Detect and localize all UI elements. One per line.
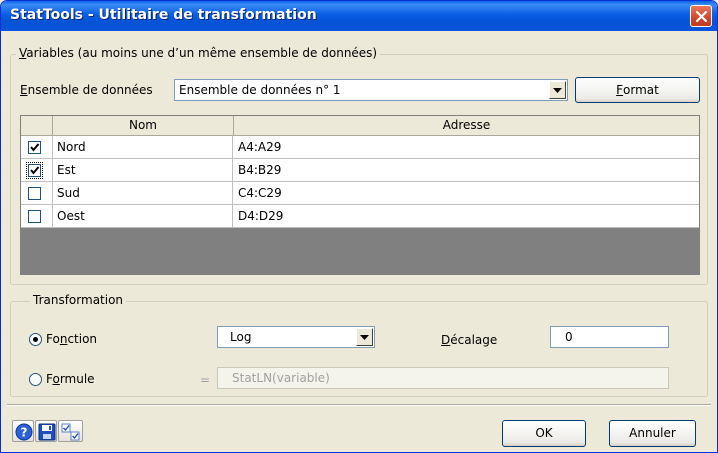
- save-icon: [38, 423, 56, 441]
- options-button[interactable]: [58, 420, 83, 442]
- row-checkbox[interactable]: [26, 162, 43, 179]
- row-name: Est: [53, 159, 233, 181]
- function-dropdown-button[interactable]: [356, 328, 373, 346]
- chevron-down-icon: [553, 88, 562, 93]
- offset-input-value: 0: [565, 330, 573, 344]
- checkbox-settings-icon: [61, 423, 80, 441]
- close-icon: [695, 10, 708, 23]
- function-radio[interactable]: [29, 333, 42, 346]
- dataset-label: Ensemble de données: [20, 83, 153, 97]
- dataset-select[interactable]: Ensemble de données n° 1: [174, 79, 568, 101]
- formula-input[interactable]: StatLN(variable): [217, 367, 669, 389]
- function-label[interactable]: Fonction: [46, 332, 97, 346]
- function-select-value: Log: [230, 330, 252, 344]
- row-address: A4:A29: [238, 140, 282, 154]
- chevron-down-icon: [360, 335, 369, 340]
- row-check-cell: [21, 205, 53, 227]
- equals-sign: =: [200, 373, 211, 387]
- table-row[interactable]: Nord A4:A29: [21, 136, 699, 159]
- row-name: Sud: [53, 182, 233, 204]
- row-check-cell: [21, 136, 53, 158]
- formula-input-value: StatLN(variable): [232, 371, 330, 385]
- dialog-window: StatTools - Utilitaire de transformation…: [0, 0, 718, 453]
- header-name[interactable]: Nom: [53, 116, 234, 135]
- ok-button[interactable]: OK: [502, 420, 586, 447]
- table-header: Nom Adresse: [21, 116, 699, 136]
- transformation-legend: Transformation: [30, 293, 127, 307]
- dataset-dropdown-button[interactable]: [549, 81, 566, 99]
- format-button[interactable]: Format: [575, 77, 700, 103]
- title-bar[interactable]: StatTools - Utilitaire de transformation: [1, 1, 717, 31]
- row-check-cell: [21, 159, 53, 181]
- formula-label[interactable]: Formule: [46, 372, 95, 386]
- offset-input[interactable]: 0: [550, 326, 669, 348]
- cancel-button[interactable]: Annuler: [609, 420, 696, 447]
- header-checkbox-col: [21, 116, 53, 135]
- row-address: C4:C29: [238, 186, 282, 200]
- formula-radio[interactable]: [29, 373, 42, 386]
- row-name: Oest: [53, 205, 233, 227]
- row-checkbox[interactable]: [28, 141, 41, 154]
- row-checkbox[interactable]: [28, 187, 41, 200]
- table-row[interactable]: Sud C4:C29: [21, 182, 699, 205]
- row-check-cell: [21, 182, 53, 204]
- table-row[interactable]: Oest D4:D29: [21, 205, 699, 228]
- row-address: B4:B29: [238, 163, 282, 177]
- function-select[interactable]: Log: [217, 326, 375, 348]
- footer-separator: [7, 404, 711, 406]
- checkmark-icon: [30, 166, 40, 175]
- save-button[interactable]: [35, 420, 57, 442]
- variables-table: Nom Adresse Nord A4:A29 Est B4:B29 Sud C…: [20, 115, 700, 275]
- offset-label: Décalage: [441, 333, 498, 347]
- close-button[interactable]: [690, 5, 712, 27]
- window-title: StatTools - Utilitaire de transformation: [10, 7, 317, 23]
- radio-selected-dot: [33, 337, 38, 342]
- help-button[interactable]: ?: [12, 420, 34, 442]
- variables-legend: Variables (au moins une d’un même ensemb…: [16, 46, 381, 60]
- dataset-select-value: Ensemble de données n° 1: [179, 83, 341, 97]
- help-icon: ?: [15, 423, 33, 441]
- header-address[interactable]: Adresse: [234, 116, 699, 135]
- table-row[interactable]: Est B4:B29: [21, 159, 699, 182]
- checkmark-icon: [30, 143, 40, 152]
- row-checkbox[interactable]: [28, 210, 41, 223]
- row-name: Nord: [53, 136, 233, 158]
- svg-text:?: ?: [21, 426, 28, 440]
- row-address: D4:D29: [238, 209, 284, 223]
